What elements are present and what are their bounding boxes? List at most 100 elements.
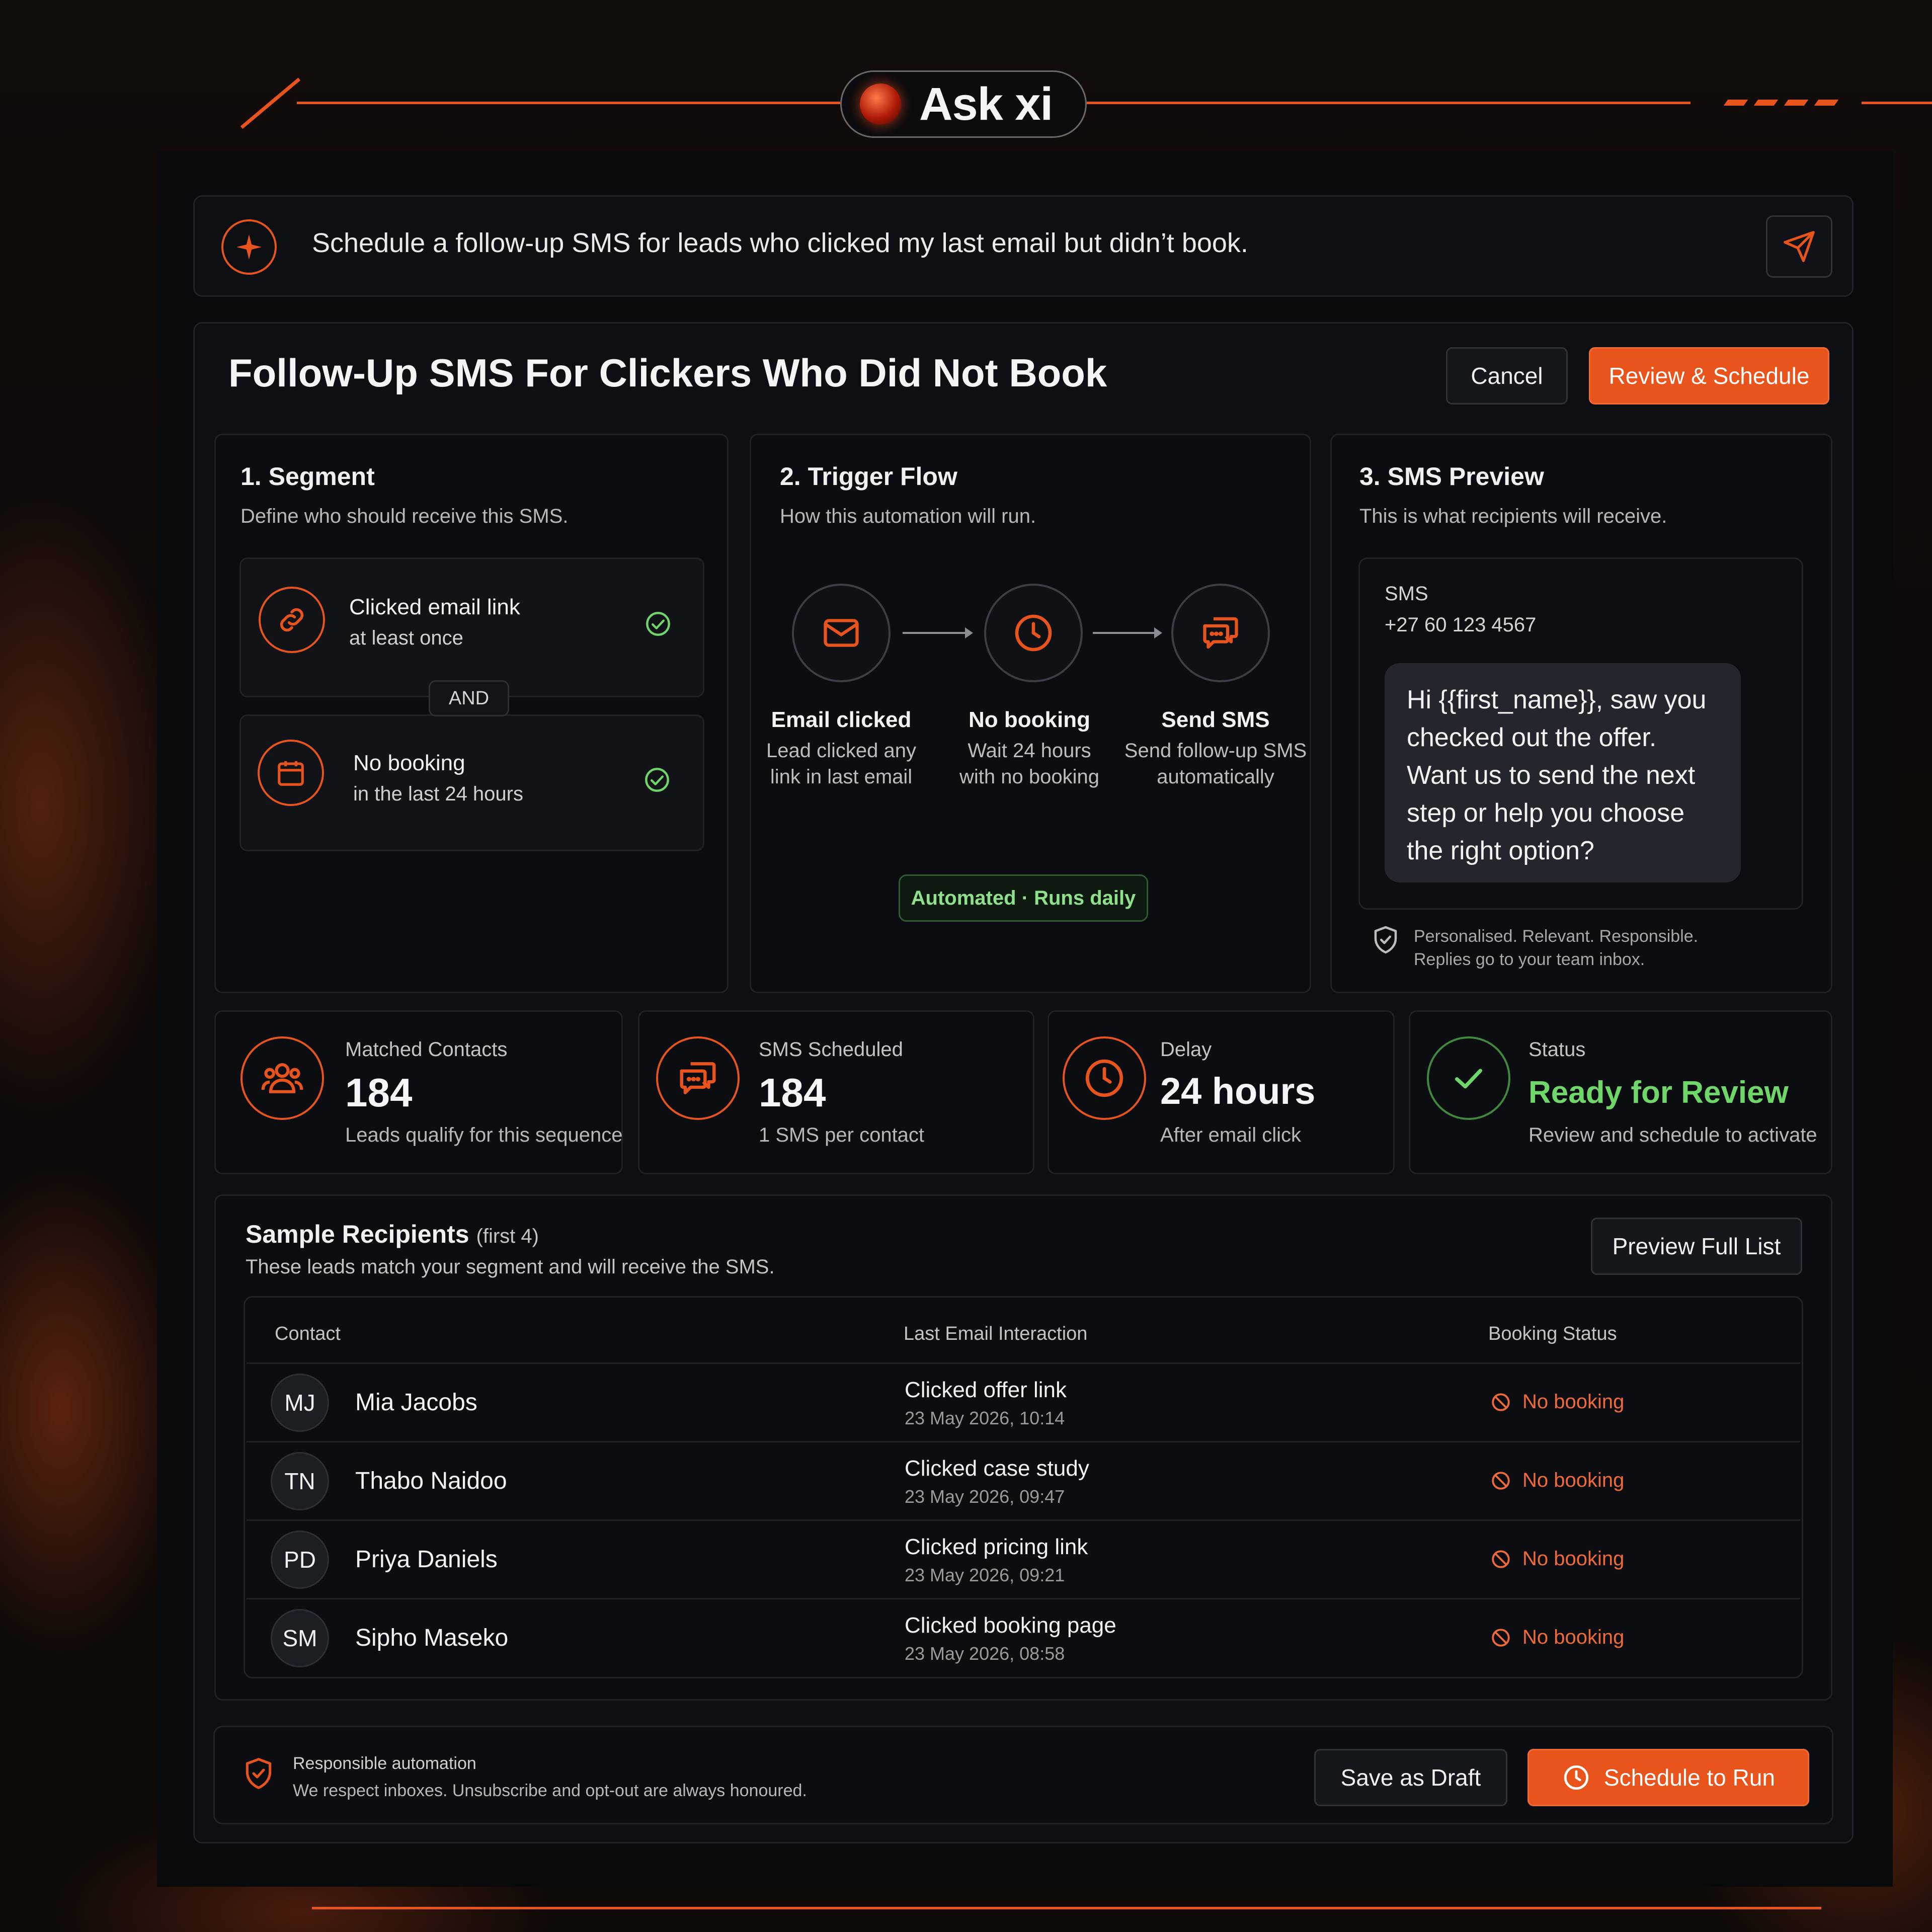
chat-icon — [656, 1036, 740, 1120]
ban-icon — [1492, 1550, 1510, 1568]
row-divider — [247, 1441, 1800, 1442]
footer-title: Responsible automation — [293, 1754, 476, 1773]
logo-text: Ask xi — [919, 78, 1053, 130]
link-icon — [259, 587, 325, 653]
users-icon — [240, 1036, 324, 1120]
ask-prompt-text[interactable]: Schedule a follow-up SMS for leads who c… — [312, 227, 1248, 259]
logo-orb-icon — [860, 84, 901, 125]
frame-line-top-left — [297, 102, 840, 104]
step-1-line2: link in last email — [770, 766, 913, 788]
interaction-date: 23 May 2026, 10:14 — [905, 1408, 1065, 1428]
automation-badge: Automated · Runs daily — [899, 874, 1148, 922]
stat-note: After email click — [1160, 1124, 1302, 1146]
trigger-subtitle: How this automation will run. — [780, 505, 1036, 527]
row-divider — [247, 1362, 1800, 1364]
footer-text: We respect inboxes. Unsubscribe and opt-… — [293, 1781, 807, 1800]
preview-note-1: Personalised. Relevant. Responsible. — [1414, 927, 1699, 946]
stat-value: 184 — [345, 1070, 413, 1115]
stat-label: SMS Scheduled — [759, 1038, 903, 1061]
segment-title: 1. Segment — [240, 462, 375, 491]
status-value: Ready for Review — [1528, 1075, 1789, 1110]
flow-arrow — [903, 627, 973, 638]
email-interaction: Clicked case study — [905, 1456, 1089, 1481]
column-header-booking: Booking Status — [1488, 1323, 1617, 1344]
recipients-title-text: Sample Recipients — [246, 1220, 469, 1248]
column-header-last-email: Last Email Interaction — [904, 1323, 1088, 1344]
frame-line-top-far-right — [1862, 102, 1932, 104]
interaction-date: 23 May 2026, 09:47 — [905, 1486, 1065, 1507]
app-logo: Ask xi — [840, 70, 1087, 138]
ban-icon — [1492, 1628, 1510, 1647]
flow-arrow — [1093, 627, 1162, 638]
stat-label: Status — [1528, 1038, 1586, 1061]
cancel-button[interactable]: Cancel — [1446, 347, 1568, 405]
preview-subtitle: This is what recipients will receive. — [1359, 505, 1667, 527]
contact-name: Priya Daniels — [355, 1546, 498, 1573]
clock-icon — [1063, 1036, 1146, 1120]
step-3-title: Send SMS — [1161, 707, 1270, 732]
step-1-title: Email clicked — [771, 707, 912, 732]
avatar: SM — [271, 1609, 329, 1667]
ban-icon — [1492, 1471, 1510, 1490]
step-mail-circle — [792, 584, 891, 682]
booking-status: No booking — [1490, 1548, 1624, 1570]
page-title: Follow-Up SMS For Clickers Who Did Not B… — [228, 351, 1107, 395]
frame-slash — [1814, 100, 1839, 106]
check-circle-icon — [644, 767, 670, 795]
save-draft-button[interactable]: Save as Draft — [1314, 1749, 1507, 1806]
stat-value: 184 — [759, 1070, 826, 1115]
step-clock-circle — [984, 584, 1083, 682]
sms-channel: SMS — [1385, 583, 1428, 605]
step-2-title: No booking — [969, 707, 1090, 732]
preview-note-2: Replies go to your team inbox. — [1414, 950, 1645, 969]
shield-check-icon — [1371, 924, 1401, 958]
and-operator: AND — [429, 680, 509, 716]
send-button[interactable] — [1766, 215, 1832, 278]
booking-status-text: No booking — [1522, 1548, 1625, 1570]
review-schedule-button[interactable]: Review & Schedule — [1589, 347, 1829, 405]
email-interaction: Clicked pricing link — [905, 1535, 1088, 1559]
booking-status: No booking — [1490, 1469, 1624, 1492]
mail-icon — [824, 619, 859, 647]
sparkle-icon — [221, 219, 277, 275]
stat-note: Leads qualify for this sequence — [345, 1124, 623, 1146]
shield-check-icon — [242, 1755, 276, 1795]
interaction-date: 23 May 2026, 09:21 — [905, 1565, 1065, 1585]
booking-status-text: No booking — [1522, 1391, 1625, 1413]
frame-slash — [1753, 100, 1779, 106]
row-divider — [247, 1598, 1800, 1599]
interaction-date: 23 May 2026, 08:58 — [905, 1643, 1065, 1664]
step-3-line1: Send follow-up SMS — [1124, 740, 1307, 762]
avatar: PD — [271, 1531, 329, 1589]
booking-status-text: No booking — [1522, 1469, 1625, 1491]
email-interaction: Clicked booking page — [905, 1613, 1116, 1638]
clock-icon — [1564, 1765, 1589, 1790]
step-1-line1: Lead clicked any — [766, 740, 916, 762]
step-2-line1: Wait 24 hours — [968, 740, 1091, 762]
recipients-subtitle: These leads match your segment and will … — [246, 1256, 775, 1278]
contact-name: Mia Jacobs — [355, 1389, 477, 1416]
check-icon — [1427, 1036, 1510, 1120]
stat-note: Review and schedule to activate — [1528, 1124, 1817, 1146]
preview-full-list-button[interactable]: Preview Full List — [1591, 1218, 1802, 1275]
condition-2-title: No booking — [353, 751, 465, 775]
column-header-contact: Contact — [275, 1323, 341, 1344]
ban-icon — [1492, 1393, 1510, 1411]
email-interaction: Clicked offer link — [905, 1378, 1067, 1402]
step-3-line2: automatically — [1157, 766, 1274, 788]
condition-1-detail: at least once — [349, 627, 463, 649]
calendar-icon — [258, 740, 324, 806]
schedule-run-button[interactable]: Schedule to Run — [1527, 1749, 1809, 1806]
segment-subtitle: Define who should receive this SMS. — [240, 505, 569, 527]
frame-slash — [1723, 100, 1748, 106]
stat-label: Matched Contacts — [345, 1038, 508, 1061]
chat-icon — [1203, 617, 1238, 649]
frame-line-bottom — [312, 1907, 1821, 1909]
avatar: MJ — [271, 1374, 329, 1432]
send-icon — [1784, 231, 1815, 262]
frame-line-top-right — [1087, 102, 1691, 104]
stat-note: 1 SMS per contact — [759, 1124, 925, 1146]
booking-status-text: No booking — [1522, 1626, 1625, 1648]
clock-icon — [1015, 614, 1052, 652]
condition-2-detail: in the last 24 hours — [353, 783, 523, 805]
